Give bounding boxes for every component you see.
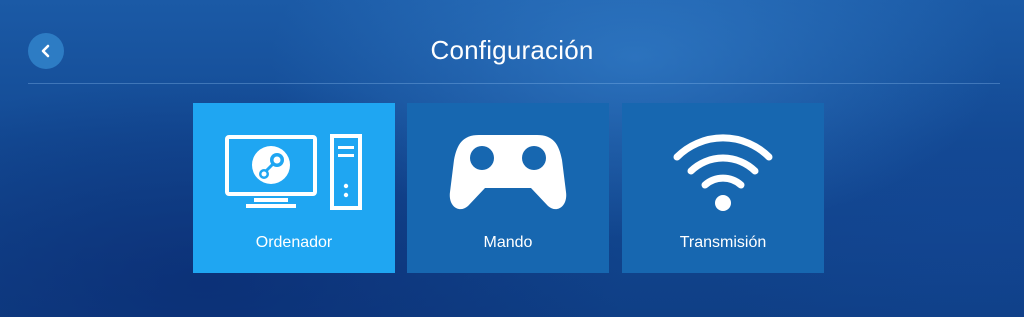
wifi-icon	[622, 127, 824, 217]
settings-screen: { "header": { "title": "Configuración", …	[0, 0, 1024, 317]
tile-computer[interactable]: Ordenador	[193, 103, 395, 273]
tile-label: Ordenador	[255, 234, 333, 251]
page-title: Configuración	[430, 35, 594, 65]
tile-streaming[interactable]: Transmisión	[622, 103, 824, 273]
tile-label: Transmisión	[679, 234, 767, 251]
computer-icon	[193, 127, 395, 217]
header-divider	[28, 83, 1000, 84]
tile-controller[interactable]: Mando	[407, 103, 609, 273]
gamepad-icon	[407, 127, 609, 217]
tile-label: Mando	[483, 234, 533, 251]
